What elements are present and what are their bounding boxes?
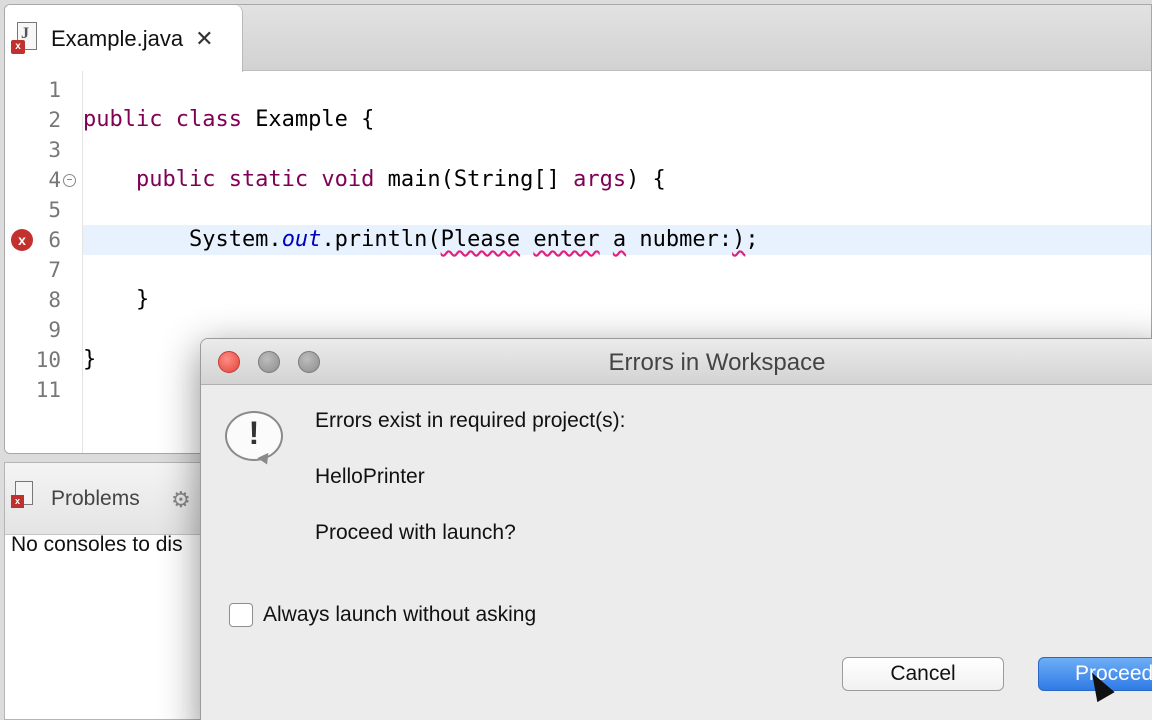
- code-line[interactable]: 4− public static void main(String[] args…: [5, 165, 1151, 195]
- line-number: 11: [35, 378, 61, 402]
- tab-label: Example.java: [51, 25, 184, 51]
- line-number: 3: [48, 138, 61, 162]
- proceed-question: Proceed with launch?: [315, 521, 516, 544]
- code-line[interactable]: 1: [5, 75, 1151, 105]
- always-launch-checkbox[interactable]: [229, 603, 253, 627]
- always-launch-label[interactable]: Always launch without asking: [263, 603, 536, 627]
- code-line[interactable]: 3: [5, 135, 1151, 165]
- line-number: 9: [48, 318, 61, 342]
- code-text: public static void main(String[] args) {: [83, 167, 666, 192]
- code-line[interactable]: 2 public class Example {: [5, 105, 1151, 135]
- errors-dialog: Errors in Workspace ! Errors exist in re…: [200, 338, 1152, 720]
- console-message: No consoles to dis: [11, 533, 183, 556]
- console-icon[interactable]: ⚙: [171, 487, 191, 513]
- code-line[interactable]: 5: [5, 195, 1151, 225]
- code-line[interactable]: 7: [5, 255, 1151, 285]
- alert-icon: !: [225, 411, 285, 468]
- code-text: public class Example {: [83, 107, 375, 132]
- code-text: System.out.println(Please enter a nubmer…: [83, 227, 759, 252]
- editor-tab-bar: J x Example.java ✕: [5, 5, 1151, 72]
- code-text: }: [83, 347, 97, 372]
- line-number: 5: [48, 198, 61, 222]
- error-message: Errors exist in required project(s):: [315, 409, 626, 432]
- code-text: }: [83, 287, 150, 312]
- code-line[interactable]: 8 }: [5, 285, 1151, 315]
- close-icon[interactable]: ✕: [195, 26, 213, 52]
- dialog-titlebar: Errors in Workspace: [201, 339, 1152, 385]
- tab-example-java[interactable]: J x Example.java ✕: [5, 5, 243, 72]
- dialog-title: Errors in Workspace: [608, 349, 826, 376]
- line-number: 2: [48, 108, 61, 132]
- code-line[interactable]: 6x System.out.println(Please enter a nub…: [5, 225, 1151, 255]
- line-number: 8: [48, 288, 61, 312]
- tab-problems[interactable]: Problems: [51, 487, 140, 511]
- java-file-error-icon: J x: [11, 21, 39, 56]
- line-number: 10: [35, 348, 61, 372]
- line-number: 1: [48, 78, 61, 102]
- always-launch-option[interactable]: Always launch without asking: [229, 603, 536, 627]
- fold-collapse-icon[interactable]: −: [63, 174, 76, 187]
- line-number: 4: [48, 168, 61, 192]
- cancel-button[interactable]: Cancel: [842, 657, 1004, 691]
- error-marker-icon[interactable]: x: [11, 229, 33, 251]
- project-name: HelloPrinter: [315, 465, 425, 488]
- line-number: 7: [48, 258, 61, 282]
- problems-icon: x: [11, 481, 37, 511]
- ide-window: J x Example.java ✕ 1 2 public class Exampl…: [0, 0, 1152, 720]
